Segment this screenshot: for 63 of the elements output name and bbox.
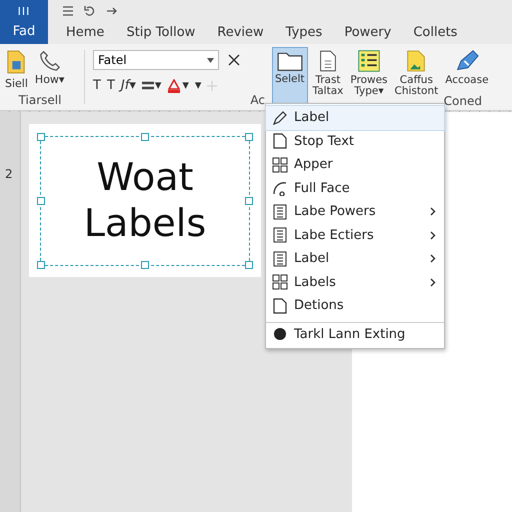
menu-item[interactable]: Label [266, 106, 444, 130]
ribbon-button[interactable]: Accoase [443, 47, 491, 88]
menu-item[interactable]: Labe Powers [266, 200, 444, 224]
folder-icon [276, 50, 304, 72]
triangle-icon [167, 78, 182, 92]
undo-icon[interactable] [84, 4, 96, 16]
text-button[interactable]: T [106, 78, 115, 93]
document-icon [6, 49, 26, 75]
lines-icon [142, 80, 154, 90]
image-document-icon [406, 49, 426, 73]
text-button[interactable]: T [93, 78, 101, 93]
grid-icon [272, 274, 288, 290]
chevron-icon [430, 254, 436, 264]
arrow-icon[interactable] [106, 6, 118, 16]
pencil-icon [272, 110, 288, 126]
menu-item[interactable]: Stop Text [266, 130, 444, 153]
ribbon-button[interactable]: Prowes Type▾ [348, 47, 390, 100]
ribbon-button[interactable]: Trast Taltax [310, 47, 346, 100]
menu-item[interactable]: Detions [266, 294, 444, 318]
label-text: Woat [96, 154, 194, 200]
ribbon-button[interactable]: Caffus Chistont [392, 47, 440, 100]
ribbon-button[interactable]: How▾ [32, 47, 66, 88]
list-icon [356, 49, 381, 73]
font-color-button[interactable]: ▾ [167, 78, 189, 93]
menu-item[interactable]: Label [266, 247, 444, 270]
chevron-icon [430, 278, 436, 287]
label-text: Labels [84, 200, 206, 246]
align-button[interactable]: ▾ [142, 78, 162, 93]
ribbon-tab[interactable]: Review [217, 25, 264, 40]
grid-icon [272, 156, 288, 173]
style-button[interactable]: Jf▾ [120, 78, 136, 93]
ribbon-tab[interactable]: Types [286, 25, 322, 40]
ribbon-tab[interactable]: Collets [413, 25, 458, 40]
page-icon [272, 298, 288, 314]
group-label: Tiarsell [18, 93, 62, 107]
ribbon-tab[interactable]: Heme [66, 25, 104, 40]
close-icon[interactable] [227, 53, 241, 67]
menu-icon[interactable] [62, 6, 74, 16]
group-label: Ac [250, 93, 265, 107]
list-icon [272, 250, 288, 267]
ribbon-tab[interactable]: Stip Tollow [126, 25, 196, 40]
menu-item[interactable]: Full Face [266, 176, 444, 200]
ribbon-tab[interactable]: Powery [344, 25, 392, 40]
caret-icon[interactable] [207, 58, 214, 62]
page-icon [272, 133, 288, 150]
group-label: Coned [444, 94, 482, 108]
ribbon-button[interactable]: Siell [3, 47, 30, 92]
chevron-icon [430, 230, 436, 240]
chevron-icon [430, 207, 436, 216]
vertical-ruler: 2 [0, 112, 21, 512]
font-field[interactable]: Fatel [93, 50, 219, 70]
menu-item[interactable]: Labe Ectiers [266, 224, 444, 247]
menu-item[interactable]: Tarkl Lann Exting [266, 322, 444, 346]
list-icon [272, 227, 288, 244]
file-button[interactable]: III Fad [0, 0, 48, 44]
curve-icon [272, 180, 288, 196]
dropdown-button[interactable]: ▾ [194, 78, 202, 93]
menu-item[interactable]: Apper [266, 153, 444, 176]
menu-item[interactable]: Labels [266, 270, 444, 294]
list-icon [272, 204, 288, 220]
document-icon [318, 49, 337, 73]
phone-icon [38, 49, 61, 71]
disc-icon [272, 326, 288, 342]
